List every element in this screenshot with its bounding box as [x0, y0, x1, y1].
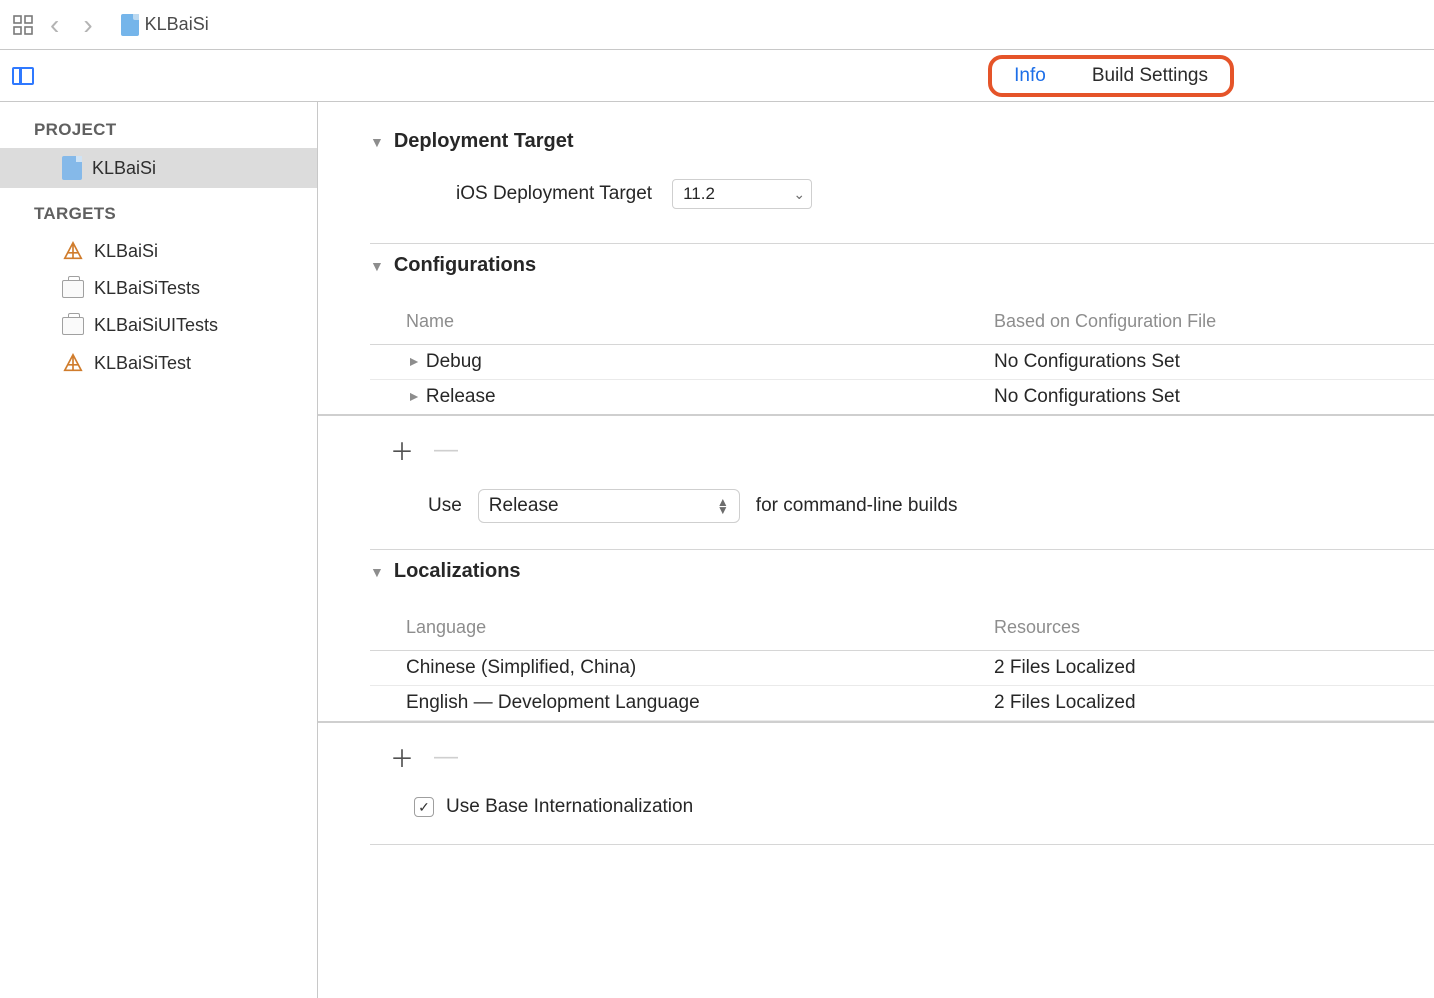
deployment-target-section: ▼ Deployment Target iOS Deployment Targe…: [318, 120, 1434, 233]
updown-stepper-icon: ▲▼: [717, 498, 729, 514]
test-bundle-icon: [62, 317, 84, 335]
configuration-name: Debug: [426, 351, 482, 373]
nav-back-icon[interactable]: ‹: [42, 9, 67, 41]
content-pane: ▼ Deployment Target iOS Deployment Targe…: [318, 102, 1434, 998]
use-suffix-label: for command-line builds: [756, 495, 958, 517]
combobox-value: 11.2: [683, 184, 785, 204]
localizations-add-remove-row: ＋ —: [318, 723, 1434, 786]
localizations-table: Language Resources Chinese (Simplified, …: [318, 603, 1434, 723]
localization-row[interactable]: Chinese (Simplified, China) 2 Files Loca…: [370, 651, 1434, 686]
panel-toggle-icon[interactable]: [12, 67, 34, 85]
breadcrumb[interactable]: KLBaiSi: [121, 14, 209, 36]
disclosure-triangle-icon: ▼: [370, 134, 384, 150]
tab-info[interactable]: Info: [1014, 65, 1046, 87]
section-title: Localizations: [394, 560, 521, 583]
deployment-target-label: iOS Deployment Target: [456, 183, 652, 205]
column-header-language: Language: [406, 617, 994, 638]
configuration-based: No Configurations Set: [994, 351, 1180, 373]
disclosure-triangle-icon[interactable]: ▼: [405, 355, 421, 369]
section-header-localizations[interactable]: ▼ Localizations: [370, 550, 1434, 593]
sidebar-target-item[interactable]: KLBaiSi: [0, 232, 317, 270]
sidebar-target-item[interactable]: KLBaiSiUITests: [0, 307, 317, 344]
use-label: Use: [428, 495, 462, 517]
deployment-target-combobox[interactable]: 11.2 ⌄: [672, 179, 812, 209]
sidebar-project-header: PROJECT: [0, 114, 317, 148]
sidebar-item-label: KLBaiSiTests: [94, 278, 200, 299]
localization-resources: 2 Files Localized: [994, 657, 1136, 679]
localization-resources: 2 Files Localized: [994, 692, 1136, 714]
disclosure-triangle-icon: ▼: [370, 258, 384, 274]
configuration-based: No Configurations Set: [994, 386, 1180, 408]
remove-configuration-button: —: [434, 436, 458, 464]
sidebar-item-label: KLBaiSi: [94, 241, 158, 262]
app-target-icon: [62, 352, 84, 374]
configuration-name: Release: [426, 386, 496, 408]
sidebar-item-label: KLBaiSiUITests: [94, 315, 218, 336]
configuration-row[interactable]: ▼ Debug No Configurations Set: [370, 345, 1434, 380]
add-localization-button[interactable]: ＋: [390, 739, 414, 774]
sidebar-target-item[interactable]: KLBaiSiTests: [0, 270, 317, 307]
main-area: PROJECT KLBaiSi TARGETS KLBaiSi KLBaiSiT…: [0, 102, 1434, 998]
related-items-icon[interactable]: [12, 14, 34, 36]
localizations-section: ▼ Localizations: [318, 550, 1434, 593]
configuration-row[interactable]: ▼ Release No Configurations Set: [370, 380, 1434, 414]
command-line-build-row: Use Release ▲▼ for command-line builds: [318, 479, 1434, 549]
use-base-internationalization-checkbox[interactable]: ✓: [414, 797, 434, 817]
sidebar-target-item[interactable]: KLBaiSiTest: [0, 344, 317, 382]
test-bundle-icon: [62, 280, 84, 298]
column-header-based: Based on Configuration File: [994, 311, 1216, 332]
localization-language: English — Development Language: [406, 692, 994, 714]
tab-build-settings[interactable]: Build Settings: [1092, 65, 1208, 87]
disclosure-triangle-icon: ▼: [370, 564, 384, 580]
section-header-deployment[interactable]: ▼ Deployment Target: [370, 120, 1434, 163]
editor-tabs-row: Info Build Settings: [0, 50, 1434, 102]
use-base-internationalization-label: Use Base Internationalization: [446, 796, 693, 818]
project-targets-sidebar: PROJECT KLBaiSi TARGETS KLBaiSi KLBaiSiT…: [0, 102, 318, 998]
section-title: Configurations: [394, 254, 536, 277]
tabs-highlight-box: Info Build Settings: [988, 55, 1234, 97]
select-value: Release: [489, 495, 559, 517]
localization-row[interactable]: English — Development Language 2 Files L…: [370, 686, 1434, 721]
sidebar-item-label: KLBaiSiTest: [94, 353, 191, 374]
base-internationalization-row: ✓ Use Base Internationalization: [318, 786, 1434, 844]
localizations-table-header: Language Resources: [370, 603, 1434, 651]
add-configuration-button[interactable]: ＋: [390, 432, 414, 467]
nav-forward-icon[interactable]: ›: [75, 9, 100, 41]
column-header-resources: Resources: [994, 617, 1080, 638]
sidebar-project-item[interactable]: KLBaiSi: [0, 148, 317, 188]
section-title: Deployment Target: [394, 130, 574, 153]
configurations-table-header: Name Based on Configuration File: [370, 297, 1434, 345]
project-icon: [62, 156, 82, 180]
command-line-build-select[interactable]: Release ▲▼: [478, 489, 740, 523]
remove-localization-button: —: [434, 743, 458, 771]
configurations-add-remove-row: ＋ —: [318, 416, 1434, 479]
top-toolbar: ‹ › KLBaiSi: [0, 0, 1434, 50]
configurations-table: Name Based on Configuration File ▼ Debug…: [318, 297, 1434, 416]
breadcrumb-text: KLBaiSi: [145, 14, 209, 35]
configurations-section: ▼ Configurations: [318, 244, 1434, 287]
project-file-icon: [121, 14, 139, 36]
section-header-configurations[interactable]: ▼ Configurations: [370, 244, 1434, 287]
localization-language: Chinese (Simplified, China): [406, 657, 994, 679]
sidebar-targets-header: TARGETS: [0, 198, 317, 232]
deployment-target-row: iOS Deployment Target 11.2 ⌄: [370, 163, 1434, 233]
separator: [370, 844, 1434, 845]
sidebar-item-label: KLBaiSi: [92, 158, 156, 179]
disclosure-triangle-icon[interactable]: ▼: [405, 390, 421, 404]
chevron-down-icon: ⌄: [793, 186, 805, 203]
column-header-name: Name: [406, 311, 994, 332]
app-target-icon: [62, 240, 84, 262]
